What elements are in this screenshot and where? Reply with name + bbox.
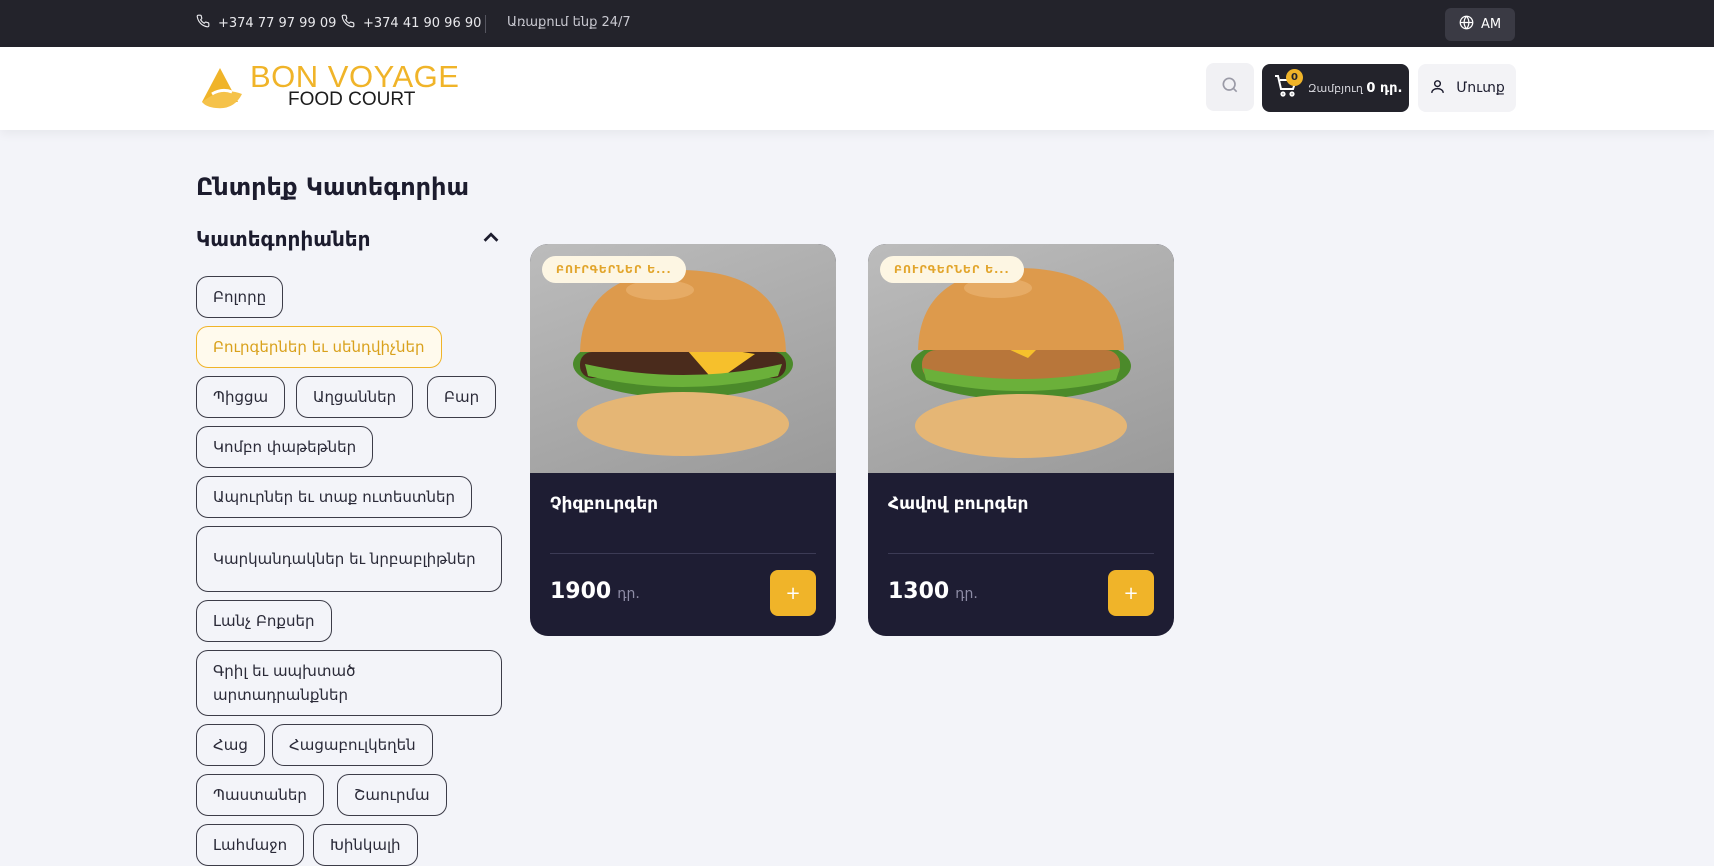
login-label: Մուտք	[1456, 80, 1505, 96]
globe-icon	[1459, 15, 1474, 34]
product-price: 1900 դր.	[550, 579, 640, 604]
card-divider	[550, 553, 816, 554]
category-chip-lunch-boxes[interactable]: Լանչ Բոքսեր	[196, 600, 332, 642]
categories-toggle[interactable]	[480, 227, 502, 249]
phone-icon	[196, 14, 210, 32]
login-button[interactable]: Մուտք	[1418, 64, 1516, 112]
topbar-divider	[485, 15, 486, 33]
product-image[interactable]: ԲՈՒՐԳԵՐՆԵՐ Ե...	[530, 244, 836, 473]
phone-icon	[341, 14, 355, 32]
category-chip-pies[interactable]: Կարկանդակներ եւ նրբաբլիթներ	[196, 526, 502, 592]
language-switcher[interactable]: AM	[1445, 8, 1515, 41]
user-icon	[1429, 78, 1446, 99]
category-chip-bread[interactable]: Հաց	[196, 724, 265, 766]
categories-title: Կատեգորիաներ	[196, 227, 371, 251]
product-category-tag: ԲՈՒՐԳԵՐՆԵՐ Ե...	[542, 256, 686, 283]
cart-summary: Զամբյուղ 0 դր.	[1308, 81, 1402, 96]
phone-number-1: +374 77 97 99 09	[218, 15, 337, 31]
product-name[interactable]: Հավով բուրգեր	[888, 494, 1028, 514]
category-chip-all[interactable]: Բոլորը	[196, 276, 284, 318]
logo-subtitle: FOOD COURT	[288, 89, 416, 110]
language-label: AM	[1480, 17, 1502, 32]
search-icon	[1220, 75, 1240, 99]
price-currency: դր.	[617, 586, 640, 602]
category-chip-pasta[interactable]: Պաստաներ	[196, 774, 324, 816]
phone-number-2: +374 41 90 96 90	[363, 15, 482, 31]
product-card[interactable]: ԲՈՒՐԳԵՐՆԵՐ Ե... Չիզբուրգեր 1900 դր. +	[530, 244, 836, 636]
logo-mark-icon	[202, 68, 242, 109]
product-name[interactable]: Չիզբուրգեր	[550, 494, 658, 514]
category-chip-lahmajo[interactable]: Լահմաջո	[196, 824, 305, 866]
chevron-up-icon	[480, 232, 502, 253]
category-chip-bar[interactable]: Բար	[427, 376, 497, 418]
price-currency: դր.	[955, 586, 978, 602]
category-chip-bakery[interactable]: Հացաբուլկեղեն	[272, 724, 433, 766]
page-title: Ընտրեք Կատեգորիա	[196, 173, 469, 201]
category-chip-grill[interactable]: Գրիլ եւ ապխտած արտադրանքներ	[196, 650, 502, 716]
category-chip-combo[interactable]: Կոմբո փաթեթներ	[196, 426, 374, 468]
add-to-cart-button[interactable]: +	[1108, 570, 1154, 616]
cart-button[interactable]: 0 Զամբյուղ 0 դր.	[1262, 64, 1409, 112]
cart-total: 0 դր.	[1366, 80, 1403, 96]
category-chip-khinkali[interactable]: Խինկալի	[313, 824, 418, 866]
cart-label: Զամբյուղ	[1308, 81, 1363, 95]
product-image[interactable]: ԲՈՒՐԳԵՐՆԵՐ Ե...	[868, 244, 1174, 473]
category-chip-burgers[interactable]: Բուրգերներ եւ սենդվիչներ	[196, 326, 442, 368]
product-card[interactable]: ԲՈՒՐԳԵՐՆԵՐ Ե... Հավով բուրգեր 1300 դր. +	[868, 244, 1174, 636]
category-chip-soups[interactable]: Ապուրներ եւ տաք ուտեստներ	[196, 476, 473, 518]
product-price: 1300 դր.	[888, 579, 978, 604]
category-chip-salads[interactable]: Աղցաններ	[296, 376, 414, 418]
card-divider	[888, 553, 1154, 554]
search-button[interactable]	[1206, 63, 1254, 111]
price-value: 1900	[550, 579, 612, 604]
cart-count-badge: 0	[1286, 69, 1303, 86]
delivery-hours: Առաքում ենք 24/7	[507, 15, 631, 30]
top-bar: +374 77 97 99 09 +374 41 90 96 90 Առաքու…	[0, 0, 1714, 47]
product-category-tag: ԲՈՒՐԳԵՐՆԵՐ Ե...	[880, 256, 1024, 283]
category-chip-shawarma[interactable]: Շաուրմա	[337, 774, 447, 816]
logo[interactable]: BON VOYAGE FOOD COURT	[196, 59, 459, 112]
category-chip-pizza[interactable]: Պիցցա	[196, 376, 286, 418]
phone-link-2[interactable]: +374 41 90 96 90	[341, 14, 481, 32]
price-value: 1300	[888, 579, 950, 604]
phone-link-1[interactable]: +374 77 97 99 09	[196, 14, 336, 32]
add-to-cart-button[interactable]: +	[770, 570, 816, 616]
